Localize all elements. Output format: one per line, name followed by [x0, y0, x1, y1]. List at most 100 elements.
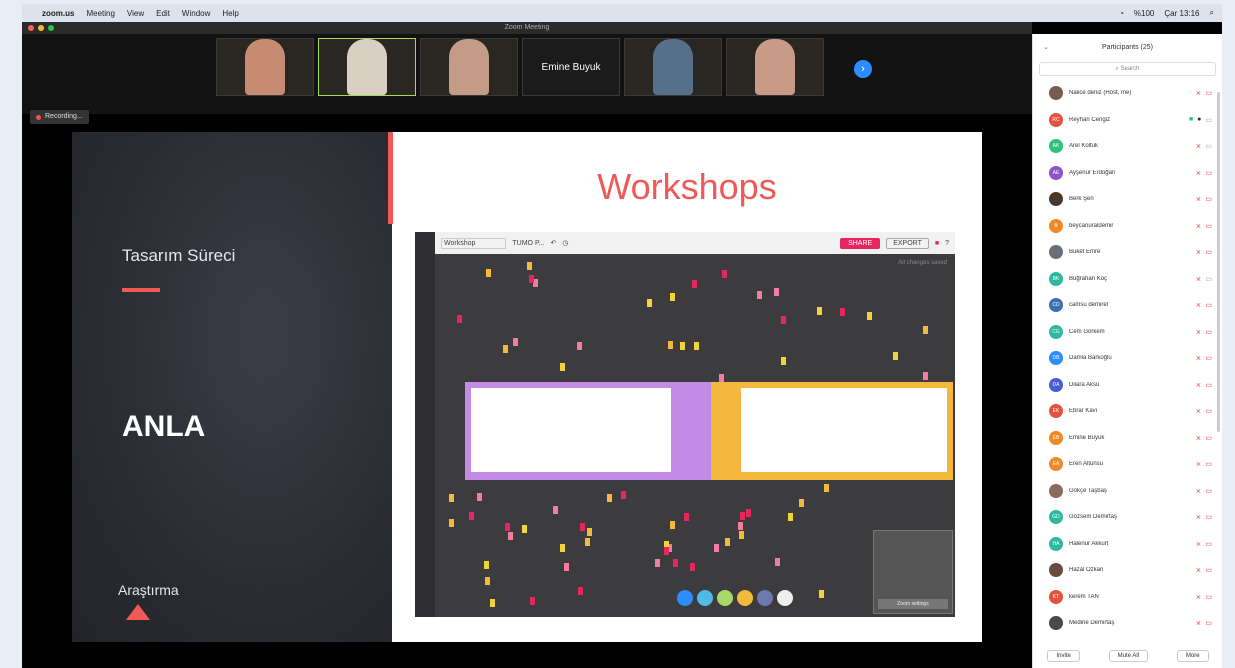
participant-row[interactable]: Berk Şen ⨯ ▭	[1033, 186, 1222, 213]
participant-row[interactable]: DA Dilara Aksu ⨯ ▭	[1033, 372, 1222, 399]
menu-edit[interactable]: Edit	[156, 9, 170, 18]
mural-gold-area	[711, 382, 953, 480]
more-button[interactable]: More	[1176, 650, 1209, 662]
next-page-button[interactable]: ›	[854, 60, 872, 78]
menu-app[interactable]: zoom.us	[42, 9, 74, 18]
participant-video	[755, 39, 795, 95]
menu-view[interactable]: View	[127, 9, 144, 18]
camera-off-icon: ▭	[1205, 169, 1212, 177]
mute-all-button[interactable]: Mute All	[1108, 650, 1148, 662]
maximize-button[interactable]	[48, 25, 54, 31]
participant-name: Dilara Aksu	[1069, 381, 1100, 388]
search-icon[interactable]: ⌕	[1210, 8, 1214, 18]
participant-row[interactable]: AK Arel Koltuk ⨯ ▭	[1033, 133, 1222, 160]
sticky-note	[457, 314, 463, 323]
avatar: DB	[1049, 351, 1063, 366]
slide-footer-label: Araştırma	[118, 582, 179, 598]
camera-off-icon: ▭	[1205, 434, 1212, 442]
sticky-note	[670, 521, 676, 530]
menu-meeting[interactable]: Meeting	[86, 9, 114, 18]
sticky-note	[775, 557, 781, 566]
camera-off-icon: ▭	[1205, 90, 1212, 98]
participant-name: Medine Demirtaş	[1069, 620, 1115, 627]
invite-button[interactable]: Invite	[1047, 650, 1080, 662]
sticky-note	[468, 512, 474, 521]
triangle-icon	[126, 604, 150, 620]
participant-row[interactable]: KT kerem TAN ⨯ ▭	[1033, 584, 1222, 611]
participant-row[interactable]: GD Gözsem Demirtaş ⨯ ▭	[1033, 504, 1222, 531]
comment-icon: ■	[934, 239, 940, 247]
sticky-note	[866, 311, 872, 320]
participant-video	[347, 39, 387, 95]
sticky-note	[577, 342, 583, 351]
participant-name: Berk Şen	[1069, 196, 1094, 203]
camera-icon: ▭	[1205, 143, 1212, 151]
sticky-note	[484, 576, 490, 585]
collapse-chevron-icon[interactable]: ⌄	[1043, 34, 1049, 62]
participant-row[interactable]: Hazal Özkan ⨯ ▭	[1033, 557, 1222, 584]
menu-help[interactable]: Help	[222, 9, 238, 18]
sticky-note	[667, 341, 673, 350]
participant-name: Buket Emre	[1069, 249, 1101, 256]
sticky-note	[922, 372, 928, 381]
participant-row[interactable]: HA Halenur Akkurt ⨯ ▭	[1033, 531, 1222, 558]
participants-search[interactable]: ⌕ Search	[1039, 62, 1216, 76]
minimize-button[interactable]	[38, 25, 44, 31]
avatar: AK	[1049, 139, 1063, 154]
camera-off-icon: ▭	[1205, 249, 1212, 257]
participant-row[interactable]: EB Emine Buyuk ⨯ ▭	[1033, 425, 1222, 452]
participant-row[interactable]: Gökçe Taşbaş ⨯ ▭	[1033, 478, 1222, 505]
participant-row[interactable]: CD camsu demirel ⨯ ▭	[1033, 292, 1222, 319]
wifi-icon[interactable]: ◔	[1119, 9, 1124, 18]
sticky-note	[692, 279, 697, 288]
mic-off-icon: ⨯	[1195, 196, 1202, 204]
participants-panel: ⌄ Participants (25) ⌕ Search Nalice deni…	[1032, 34, 1222, 668]
sticky-note	[713, 544, 719, 553]
recording-indicator[interactable]: Recording...	[30, 110, 89, 124]
participant-row[interactable]: EA Eren Altunsu ⨯ ▭	[1033, 451, 1222, 478]
participant-name: Gökçe Taşbaş	[1069, 487, 1107, 494]
sticky-note	[798, 499, 804, 508]
zoom-window: Zoom Meeting Emine Buyuk › Recording... …	[22, 22, 1222, 668]
participant-row[interactable]: Bbeycanuraldemir ⨯ ▭	[1033, 213, 1222, 240]
camera-off-icon: ▭	[1205, 593, 1212, 601]
participant-row[interactable]: Buket Emre ⨯ ▭	[1033, 239, 1222, 266]
menu-window[interactable]: Window	[182, 9, 210, 18]
participant-name: beycanuraldemir	[1069, 222, 1114, 229]
mic-icon: ●	[1197, 115, 1202, 123]
participant-row[interactable]: Nalice deniz (Host, me) · ⨯ ▭	[1033, 80, 1222, 107]
participant-name: Halenur Akkurt	[1069, 540, 1109, 547]
video-tile[interactable]: Emine Buyuk	[522, 38, 620, 96]
video-tile[interactable]	[624, 38, 722, 96]
sticky-note	[684, 512, 690, 521]
slide-title: Workshops	[597, 166, 777, 207]
participant-row[interactable]: DB Damla Barkoğlu ⨯ ▭	[1033, 345, 1222, 372]
video-tile[interactable]	[420, 38, 518, 96]
participants-scrollbar[interactable]	[1217, 92, 1220, 432]
participant-name: kerem TAN	[1069, 593, 1099, 600]
sticky-note	[606, 493, 612, 502]
participant-row[interactable]: EK Ebrar Kavi ⨯ ▭	[1033, 398, 1222, 425]
sticky-note	[505, 523, 511, 532]
participant-row[interactable]: CG Cem Görkem ⨯ ▭	[1033, 319, 1222, 346]
video-tile[interactable]	[318, 38, 416, 96]
battery-status[interactable]: %100	[1134, 9, 1154, 18]
video-tile[interactable]	[726, 38, 824, 96]
undo-icon: ↶	[550, 240, 557, 247]
participant-row[interactable]: AE Ayşenur Erdoğan ⨯ ▭	[1033, 160, 1222, 187]
mic-off-icon: ⨯	[1195, 143, 1202, 151]
clock[interactable]: Çar 13:16	[1164, 9, 1199, 18]
participant-name: Emine Buyuk	[1069, 434, 1105, 441]
sticky-note	[664, 547, 670, 556]
video-tile[interactable]	[216, 38, 314, 96]
sticky-note	[559, 544, 565, 553]
sticky-note	[690, 562, 696, 571]
participant-name: Cem Görkem	[1069, 328, 1105, 335]
participant-row[interactable]: BK Buğrahan Koç ⨯ ▭	[1033, 266, 1222, 293]
close-button[interactable]	[28, 25, 34, 31]
sticky-note	[670, 292, 676, 301]
participant-row[interactable]: RC Reyhan Cengiz ■ ● ▭	[1033, 107, 1222, 134]
mic-off-icon: ⨯	[1195, 567, 1202, 575]
sticky-note	[646, 299, 652, 308]
participant-row[interactable]: Medine Demirtaş ⨯ ▭	[1033, 610, 1222, 637]
